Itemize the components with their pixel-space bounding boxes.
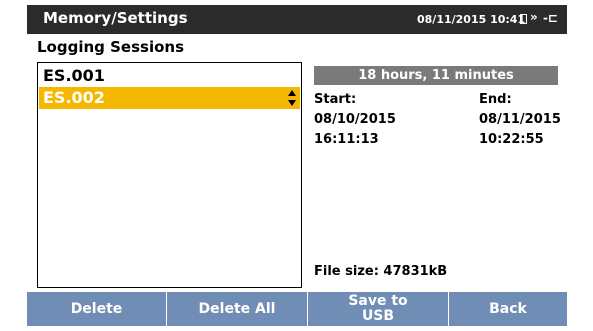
delete-button[interactable]: Delete (27, 292, 166, 326)
section-title: Logging Sessions (37, 38, 185, 56)
duration-bar: 18 hours, 11 minutes (314, 66, 558, 85)
delete-button-label: Delete (70, 300, 123, 317)
power-plug-icon: -⊏ (543, 11, 559, 25)
header-bar: Memory/Settings 08/11/2015 10:41 » -⊏ (27, 5, 567, 34)
up-down-arrows-icon (288, 90, 296, 106)
back-button-label: Back (489, 300, 527, 317)
start-date: 08/10/2015 (314, 112, 396, 127)
delete-all-button[interactable]: Delete All (167, 292, 307, 326)
list-item-label: ES.001 (43, 66, 105, 85)
screen: Memory/Settings 08/11/2015 10:41 » -⊏ Lo… (27, 5, 567, 326)
delete-all-button-label: Delete All (198, 300, 276, 317)
sessions-list[interactable]: ES.001 ES.002 (37, 62, 302, 288)
start-label: Start: (314, 92, 357, 107)
back-button[interactable]: Back (449, 292, 567, 326)
list-item-label: ES.002 (43, 88, 105, 107)
end-label: End: (479, 92, 512, 107)
file-size: File size: 47831kB (314, 264, 448, 279)
page-title: Memory/Settings (43, 9, 188, 27)
datetime-display: 08/11/2015 10:41 (417, 13, 526, 26)
save-to-usb-button-label: Save to USB (348, 293, 408, 324)
end-time: 10:22:55 (479, 132, 544, 147)
end-date: 08/11/2015 (479, 112, 561, 127)
softkey-bar: Delete Delete All Save to USB Back (27, 292, 567, 326)
wireless-icon: » (530, 10, 538, 24)
list-item-es001[interactable]: ES.001 (39, 65, 300, 87)
battery-icon (520, 14, 527, 24)
list-item-es002-selected[interactable]: ES.002 (39, 87, 300, 109)
save-to-usb-button[interactable]: Save to USB (308, 292, 448, 326)
start-time: 16:11:13 (314, 132, 379, 147)
